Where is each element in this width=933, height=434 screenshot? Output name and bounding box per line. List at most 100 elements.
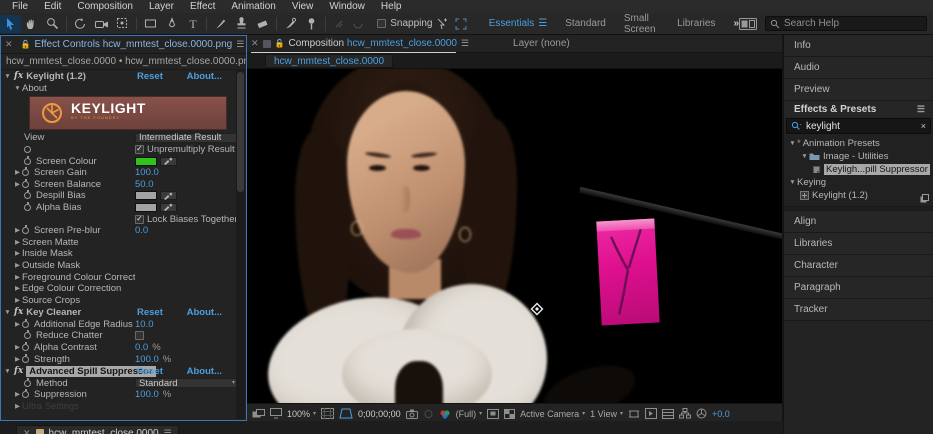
stopwatch-icon[interactable] [22,341,29,351]
snapshot-icon[interactable] [405,409,418,419]
twirl-icon[interactable]: ▶ [13,354,22,365]
show-channel-icon[interactable] [439,409,451,419]
property-value[interactable]: 50.0 [135,179,154,190]
property-value[interactable]: 100.0 [135,389,159,400]
dropdown-view[interactable]: Intermediate Result▾ [135,132,236,143]
zoom-tool-icon[interactable] [42,15,63,33]
menu-effect[interactable]: Effect [182,0,223,13]
colour-swatch[interactable] [135,156,157,166]
twirl-icon[interactable]: ▶ [13,167,22,178]
flowchart-icon[interactable] [679,408,692,419]
stopwatch-icon[interactable] [22,167,29,177]
group-label[interactable]: Ultra Settings [22,401,79,412]
group-label[interactable]: Source Crops [22,295,80,306]
panel-menu-icon[interactable]: ☰ [917,104,925,115]
camera-tool-icon[interactable] [91,15,112,33]
checkbox[interactable] [135,214,144,224]
group-label[interactable]: Foreground Colour Correction [22,272,135,283]
exposure-value[interactable]: +0.0 [712,409,730,419]
twirl-icon[interactable]: ▼ [13,83,22,94]
about-link[interactable]: About... [187,366,222,377]
resolution-menu[interactable]: (Full) ▾ [456,409,483,419]
panel-menu-icon[interactable]: ☰ [461,38,469,49]
reset-link[interactable]: Reset [137,71,163,82]
camera-view-menu[interactable]: Active Camera ▾ [520,409,585,419]
clone-stamp-tool-icon[interactable] [231,15,252,33]
effects-presets-header[interactable]: Effects & Presets ☰ [784,101,933,117]
menu-composition[interactable]: Composition [69,0,141,13]
close-icon[interactable]: ✕ [23,428,31,434]
stopwatch-icon[interactable] [22,225,29,235]
menu-view[interactable]: View [284,0,322,13]
reset-link[interactable]: Reset [137,307,163,318]
close-icon[interactable]: ✕ [5,39,13,50]
twirl-icon[interactable]: ▶ [13,272,22,283]
mask-feather-tool-icon[interactable] [329,15,348,33]
panel-resize-icon[interactable] [920,194,929,203]
colour-swatch[interactable] [135,191,157,201]
twirl-icon[interactable]: ▶ [13,248,22,259]
dropdown-method[interactable]: Standard ▾ [135,378,236,389]
magnification-menu[interactable]: 100% ▾ [287,409,316,419]
stopwatch-icon[interactable] [24,190,31,200]
property-value[interactable]: 0.0 [135,342,148,353]
tree-item-image-utilities[interactable]: ▼ Image - Utilities [784,150,933,163]
hand-tool-icon[interactable] [21,15,42,33]
twirl-icon[interactable]: ▶ [13,342,22,353]
stopwatch-icon[interactable] [24,145,31,153]
twirl-icon[interactable]: ▼ [800,153,809,160]
rotation-tool-icon[interactable] [70,15,91,33]
selection-tool-icon[interactable] [0,14,21,33]
snap-bounds-icon[interactable] [452,15,471,33]
composition-tab[interactable]: Composition hcw_mmtest_close.0000 [289,38,457,49]
panel-tab-info[interactable]: Info [784,35,933,57]
snap-pointer-icon[interactable] [432,15,451,33]
panel-tab-character[interactable]: Character [784,255,933,277]
twirl-icon[interactable]: ▶ [13,295,22,306]
effects-presets-search[interactable]: keylight × [786,118,931,134]
viewer-lock-icon[interactable] [252,408,265,419]
tree-item-keying[interactable]: ▼ Keying [784,176,933,189]
composition-viewer[interactable] [247,69,782,403]
menu-window[interactable]: Window [321,0,373,13]
stopwatch-icon[interactable] [22,318,29,328]
stopwatch-icon[interactable] [22,353,29,363]
brush-tool-icon[interactable] [210,15,231,33]
snapping-toggle[interactable]: Snapping [377,18,432,29]
workspace-menu-icon[interactable]: ☰ [538,18,547,29]
checkbox[interactable] [135,331,144,341]
composition-chip[interactable]: hcw_mmtest_close.0000 [265,54,394,68]
layer-tab[interactable]: Layer (none) [513,38,570,49]
workspace-libraries[interactable]: Libraries [677,18,715,29]
close-icon[interactable]: ✕ [251,38,259,49]
workspace-standard[interactable]: Standard [565,18,606,29]
twirl-icon[interactable]: ▶ [13,283,22,294]
clear-search-icon[interactable]: × [921,121,926,131]
group-label[interactable]: Inside Mask [22,248,73,259]
panel-menu-icon[interactable]: ☰ [236,39,244,50]
timeline-button-icon[interactable] [662,408,675,419]
pixel-aspect-icon[interactable] [628,409,640,419]
twirl-icon[interactable]: ▼ [3,366,12,377]
effect-header-key-cleaner[interactable]: ▼ fx Key Cleaner Reset About... [1,306,236,319]
eyedropper-icon[interactable] [160,202,177,212]
property-value[interactable]: 0.0 [135,225,148,236]
tree-item-animation-presets[interactable]: ▼ * Animation Presets [784,137,933,150]
panel-tab-paragraph[interactable]: Paragraph [784,277,933,299]
workspace-essentials[interactable]: Essentials [489,18,535,29]
search-help-field[interactable]: Search Help [765,16,927,31]
manage-workspaces-icon[interactable] [739,17,757,30]
menu-layer[interactable]: Layer [141,0,182,13]
target-region-icon[interactable] [487,408,500,419]
twirl-icon[interactable]: ▶ [13,237,22,248]
twirl-icon[interactable]: ▼ [3,71,12,82]
panel-tab-align[interactable]: Align [784,211,933,233]
eyedropper-icon[interactable] [160,156,177,166]
tree-item-keyligh-pill-suppressor[interactable]: Keyligh...pill Suppressor [784,163,933,176]
tree-item-keylight-1-2[interactable]: Keylight (1.2) [784,189,933,202]
twirl-icon[interactable]: ▶ [13,225,22,236]
property-value[interactable]: 100.0 [135,354,159,365]
timecode[interactable]: 0;00;00;00 [358,409,401,419]
twirl-icon[interactable]: ▶ [13,179,22,190]
type-tool-icon[interactable]: T [182,15,203,33]
